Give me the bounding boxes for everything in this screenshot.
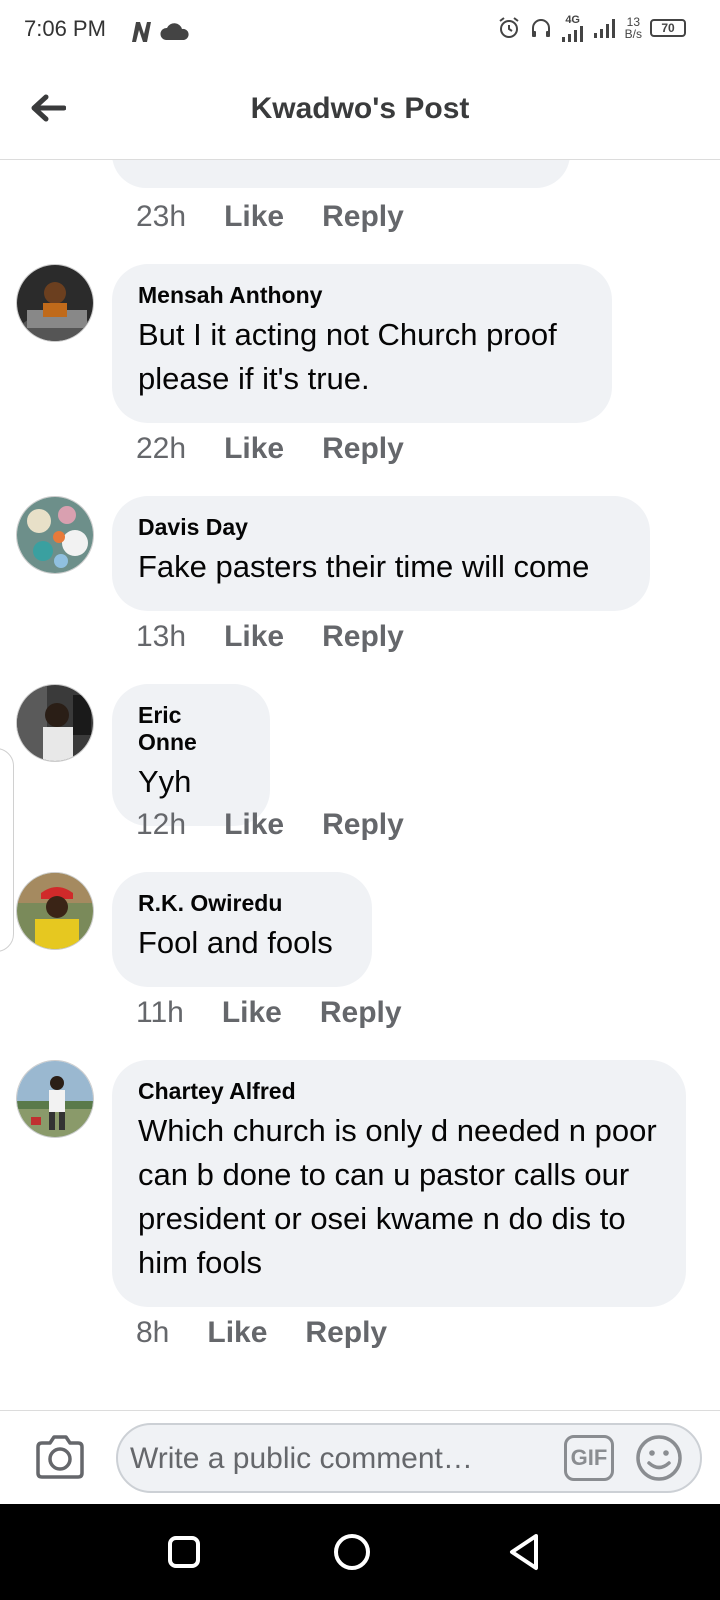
comment-text: Fool and fools (138, 925, 333, 960)
comment-bubble[interactable]: Mensah Anthony But I it acting not Churc… (112, 264, 612, 423)
page-title: Kwadwo's Post (250, 92, 470, 125)
signal-4g: 4G (561, 14, 585, 42)
comment-actions: 11h Like Reply (136, 996, 440, 1030)
edge-panel-handle[interactable] (0, 748, 14, 952)
signal-bars-icon (561, 26, 583, 42)
like-button[interactable]: Like (222, 996, 282, 1030)
reply-button[interactable]: Reply (322, 200, 404, 234)
comment-bubble[interactable]: R.K. Owiredu Fool and fools (112, 872, 372, 987)
comment-author[interactable]: Chartey Alfred (138, 1078, 660, 1105)
comment-time: 22h (136, 432, 187, 465)
comment-actions: 8h Like Reply (136, 1316, 425, 1350)
comment-bubble[interactable]: Davis Day Fake pasters their time will c… (112, 496, 650, 611)
like-button[interactable]: Like (224, 432, 284, 466)
comment-text: Fake pasters their time will come (138, 549, 590, 584)
comment-author[interactable]: Mensah Anthony (138, 282, 586, 309)
battery-icon: 70 (650, 19, 686, 37)
comment-actions: 22h Like Reply (136, 432, 442, 466)
comment-author[interactable]: Davis Day (138, 514, 624, 541)
comment-actions: 12h Like Reply (136, 808, 442, 842)
status-notification-icons (130, 20, 190, 44)
comment-time: 23h (136, 200, 187, 233)
emoji-button[interactable] (634, 1433, 684, 1483)
smiley-icon (636, 1435, 682, 1481)
avatar[interactable] (16, 684, 94, 762)
reply-button[interactable]: Reply (322, 620, 404, 654)
reply-button[interactable]: Reply (305, 1316, 387, 1350)
system-navigation-bar (0, 1504, 720, 1600)
avatar[interactable] (16, 872, 94, 950)
cloud-icon (160, 23, 189, 40)
avatar[interactable] (16, 496, 94, 574)
triangle-back-icon (510, 1534, 538, 1570)
comment-list[interactable]: 23h Like Reply Mensah Anthony But I it a… (0, 160, 720, 1410)
netflix-n-icon (132, 22, 151, 42)
battery-level: 70 (661, 21, 675, 35)
reply-button[interactable]: Reply (320, 996, 402, 1030)
network-speed-unit: B/s (624, 27, 642, 41)
reply-button[interactable]: Reply (322, 808, 404, 842)
comment-text: But I it acting not Church proof please … (138, 317, 557, 396)
home-button[interactable] (332, 1532, 372, 1572)
status-time: 7:06 PM (24, 16, 106, 41)
comment-actions: 23h Like Reply (136, 200, 442, 234)
square-icon (168, 1536, 200, 1568)
recents-button[interactable] (164, 1532, 204, 1572)
like-button[interactable]: Like (207, 1316, 267, 1350)
comment-time: 11h (136, 996, 184, 1029)
comment-text: Which church is only d needed n poor can… (138, 1113, 657, 1280)
like-button[interactable]: Like (224, 200, 284, 234)
signal-bars-2-icon (593, 19, 615, 38)
camera-button[interactable] (34, 1433, 86, 1481)
camera-icon (36, 1435, 84, 1479)
headphones-icon (531, 19, 550, 37)
gif-button[interactable]: GIF (564, 1435, 614, 1481)
network-speed: 13 B/s (625, 16, 642, 40)
like-button[interactable]: Like (224, 620, 284, 654)
circle-icon (334, 1534, 370, 1570)
alarm-icon (499, 17, 519, 38)
avatar[interactable] (16, 1060, 94, 1138)
comment-author[interactable]: R.K. Owiredu (138, 890, 346, 917)
network-type: 4G (565, 14, 580, 26)
comment-author[interactable]: Eric Onne (138, 702, 244, 756)
comment-time: 12h (136, 808, 187, 841)
like-button[interactable]: Like (224, 808, 284, 842)
back-nav-button[interactable] (504, 1532, 544, 1572)
status-system-icons: 4G 13 B/s 70 (497, 14, 686, 42)
comment-bubble[interactable]: Chartey Alfred Which church is only d ne… (112, 1060, 686, 1307)
comment-time: 8h (136, 1316, 170, 1349)
status-bar: 7:06 PM 4G 13 B/s 70 (0, 0, 720, 64)
avatar[interactable] (16, 264, 94, 342)
comment-actions: 13h Like Reply (136, 620, 442, 654)
reply-button[interactable]: Reply (322, 432, 404, 466)
comment-time: 13h (136, 620, 187, 653)
comment-bubble[interactable]: Eric Onne Yyh (112, 684, 270, 826)
comment-text: Yyh (138, 764, 192, 799)
comment-composer: GIF (0, 1410, 720, 1504)
header: Kwadwo's Post (0, 64, 720, 160)
comment-input[interactable] (130, 1437, 550, 1481)
comment-input-box[interactable]: GIF (116, 1423, 702, 1493)
partial-comment-bubble (112, 160, 570, 188)
